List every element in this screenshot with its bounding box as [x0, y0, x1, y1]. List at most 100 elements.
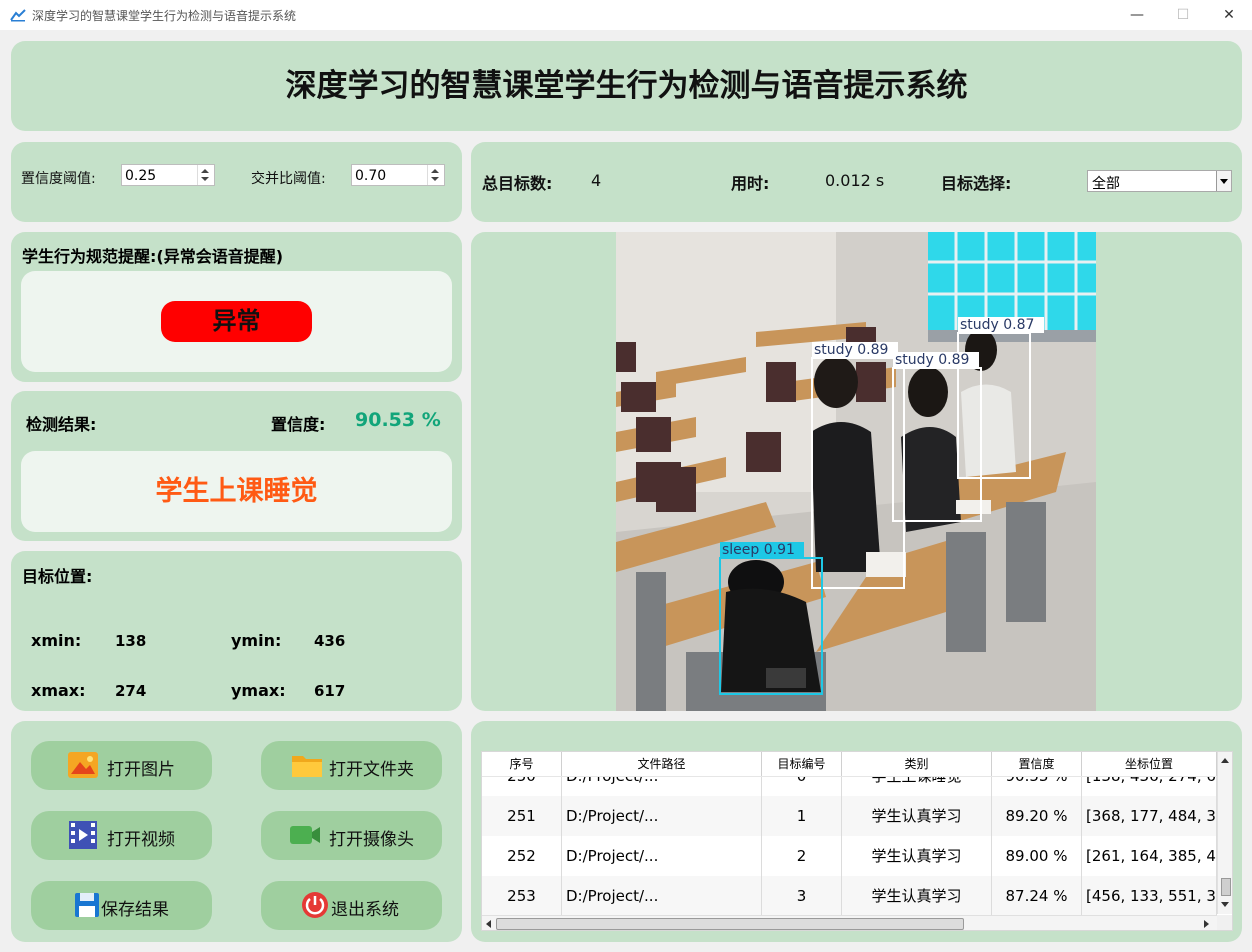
- power-icon: [302, 892, 328, 918]
- open-image-label: 打开图片: [107, 760, 175, 780]
- step-up-icon[interactable]: [431, 169, 439, 173]
- detection-result-panel: 检测结果: 置信度: 90.53 % 学生上课睡觉: [11, 391, 462, 541]
- table-vertical-scrollbar[interactable]: [1217, 752, 1232, 914]
- table-row[interactable]: 253 D:/Project/... 3 学生认真学习 87.24 % [456…: [482, 876, 1217, 917]
- conf-threshold-stepper[interactable]: [197, 165, 214, 185]
- cell-confidence: 87.24 %: [992, 876, 1082, 916]
- open-camera-button[interactable]: 打开摄像头: [261, 811, 442, 860]
- iou-threshold-label: 交并比阈值:: [251, 171, 326, 187]
- scrollbar-thumb[interactable]: [1221, 878, 1231, 896]
- chevron-down-icon[interactable]: [1216, 171, 1231, 191]
- col-header-index[interactable]: 序号: [482, 752, 562, 776]
- table-horizontal-scrollbar[interactable]: [482, 915, 1217, 930]
- behavior-status-box: 异常: [21, 271, 452, 372]
- cell-class: 学生认真学习: [842, 836, 992, 876]
- cell-class: 学生认真学习: [842, 876, 992, 916]
- cell-coords: [261, 164, 385, 474: [1082, 836, 1217, 876]
- open-video-button[interactable]: 打开视频: [31, 811, 212, 860]
- exit-system-button[interactable]: 退出系统: [261, 881, 442, 930]
- scrollbar-corner: [1217, 915, 1232, 930]
- table-row[interactable]: 252 D:/Project/... 2 学生认真学习 89.00 % [261…: [482, 836, 1217, 877]
- col-header-class[interactable]: 类别: [842, 752, 992, 776]
- table-header: 序号 文件路径 目标编号 类别 置信度 坐标位置: [482, 752, 1217, 777]
- cell-target-id: 3: [762, 876, 842, 916]
- total-targets-label: 总目标数:: [482, 174, 553, 193]
- open-folder-button[interactable]: 打开文件夹: [261, 741, 442, 790]
- minimize-button[interactable]: —: [1114, 0, 1160, 30]
- xmin-label: xmin:: [31, 631, 82, 650]
- cell-index: 253: [482, 876, 562, 916]
- confidence-value: 90.53 %: [355, 409, 441, 431]
- detection-label: study 0.89: [814, 342, 888, 358]
- xmax-value: 274: [115, 682, 147, 700]
- cell-coords: [368, 177, 484, 384: [1082, 796, 1217, 836]
- image-icon: [68, 752, 98, 778]
- results-table-panel: 序号 文件路径 目标编号 类别 置信度 坐标位置 250 D:/Project/…: [471, 721, 1242, 942]
- detection-label: study 0.87: [960, 317, 1034, 333]
- scrollbar-thumb[interactable]: [496, 918, 964, 930]
- open-folder-label: 打开文件夹: [329, 760, 414, 780]
- iou-threshold-value: 0.70: [355, 168, 387, 184]
- page-title: 深度学习的智慧课堂学生行为检测与语音提示系统: [285, 68, 968, 104]
- save-results-button[interactable]: 保存结果: [31, 881, 212, 930]
- ymin-label: ymin:: [231, 631, 282, 650]
- cell-index: 252: [482, 836, 562, 876]
- window-titlebar: 深度学习的智慧课堂学生行为检测与语音提示系统 — ☐ ✕: [0, 0, 1252, 31]
- cell-index: 251: [482, 796, 562, 836]
- threshold-panel: 置信度阈值: 0.25 交并比阈值: 0.70: [11, 142, 462, 222]
- table-row[interactable]: 251 D:/Project/... 1 学生认真学习 89.20 % [368…: [482, 796, 1217, 837]
- col-header-confidence[interactable]: 置信度: [992, 752, 1082, 776]
- ymax-value: 617: [314, 682, 346, 700]
- cell-target-id: 1: [762, 796, 842, 836]
- step-up-icon[interactable]: [201, 169, 209, 173]
- col-header-target-id[interactable]: 目标编号: [762, 752, 842, 776]
- iou-threshold-spinbox[interactable]: 0.70: [351, 164, 445, 186]
- maximize-button[interactable]: ☐: [1160, 0, 1206, 30]
- open-image-button[interactable]: 打开图片: [31, 741, 212, 790]
- cell-confidence: 89.20 %: [992, 796, 1082, 836]
- iou-threshold-stepper[interactable]: [427, 165, 444, 185]
- target-select-value: 全部: [1092, 176, 1120, 192]
- target-select-dropdown[interactable]: 全部: [1087, 170, 1232, 192]
- classroom-detection-image: study 0.89 study 0.89 study 0.87 sleep 0…: [616, 232, 1096, 711]
- ymax-label: ymax:: [231, 681, 286, 700]
- close-icon: ✕: [1223, 7, 1235, 23]
- header-panel: 深度学习的智慧课堂学生行为检测与语音提示系统: [11, 41, 1242, 131]
- behavior-reminder-title: 学生行为规范提醒:(异常会语音提醒): [22, 247, 284, 266]
- conf-threshold-value: 0.25: [125, 168, 157, 184]
- behavior-reminder-panel: 学生行为规范提醒:(异常会语音提醒) 异常: [11, 232, 462, 382]
- position-title: 目标位置:: [22, 567, 93, 586]
- close-button[interactable]: ✕: [1206, 0, 1252, 30]
- conf-threshold-spinbox[interactable]: 0.25: [121, 164, 215, 186]
- scroll-left-icon[interactable]: [486, 920, 491, 928]
- save-icon: [75, 893, 99, 917]
- result-text: 学生上课睡觉: [155, 476, 318, 507]
- detection-label: sleep 0.91: [722, 542, 795, 558]
- col-header-path[interactable]: 文件路径: [562, 752, 762, 776]
- total-targets-value: 4: [591, 171, 602, 190]
- scroll-down-icon[interactable]: [1221, 902, 1229, 907]
- step-down-icon[interactable]: [431, 177, 439, 181]
- step-down-icon[interactable]: [201, 177, 209, 181]
- save-results-label: 保存结果: [101, 900, 169, 920]
- image-display-panel: study 0.89 study 0.89 study 0.87 sleep 0…: [471, 232, 1242, 711]
- stats-panel: 总目标数: 4 用时: 0.012 s 目标选择: 全部: [471, 142, 1242, 222]
- elapsed-time-label: 用时:: [731, 174, 770, 193]
- status-badge: 异常: [161, 301, 312, 342]
- maximize-icon: ☐: [1176, 7, 1190, 23]
- video-icon: [69, 821, 97, 849]
- exit-system-label: 退出系统: [331, 900, 399, 920]
- target-select-label: 目标选择:: [941, 174, 1012, 193]
- results-table[interactable]: 序号 文件路径 目标编号 类别 置信度 坐标位置 250 D:/Project/…: [481, 751, 1233, 931]
- elapsed-time-value: 0.012 s: [825, 171, 885, 190]
- result-box: 学生上课睡觉: [21, 451, 452, 532]
- cell-path: D:/Project/...: [562, 836, 762, 876]
- app-logo-icon: [10, 9, 26, 22]
- scroll-right-icon[interactable]: [1204, 920, 1209, 928]
- open-camera-label: 打开摄像头: [329, 830, 414, 850]
- detection-label: study 0.89: [895, 352, 969, 368]
- scroll-up-icon[interactable]: [1221, 758, 1229, 763]
- xmax-label: xmax:: [31, 681, 86, 700]
- xmin-value: 138: [115, 632, 147, 650]
- col-header-coords[interactable]: 坐标位置: [1082, 752, 1217, 776]
